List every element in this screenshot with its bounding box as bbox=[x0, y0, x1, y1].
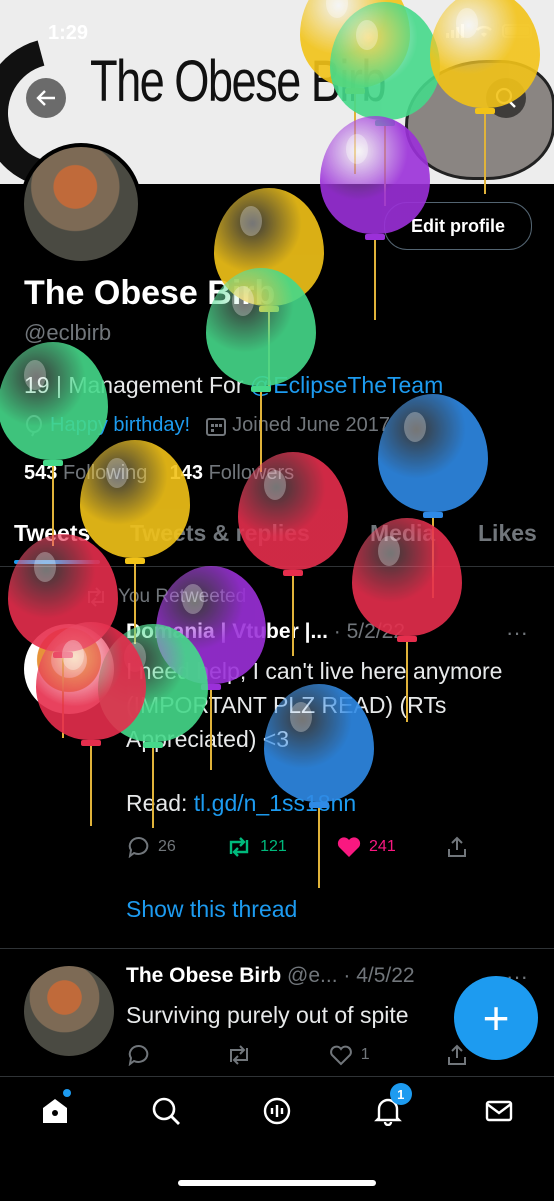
reply-button[interactable] bbox=[128, 1044, 150, 1066]
tweet-header: The Obese Birb @e... · 4/5/22 bbox=[126, 964, 415, 988]
tab-tweets-and-replies[interactable]: Tweets & replies bbox=[130, 512, 310, 555]
following-link[interactable]: 543 Following bbox=[24, 462, 147, 484]
banner-bird-drawing bbox=[405, 60, 554, 180]
tab-likes[interactable]: Likes bbox=[478, 512, 537, 555]
mail-icon bbox=[485, 1100, 512, 1122]
like-button[interactable]: 241 bbox=[337, 836, 396, 858]
status-time: 1:29 bbox=[48, 22, 89, 44]
nav-spaces[interactable] bbox=[257, 1091, 297, 1131]
bio-text: 19 | Management For bbox=[24, 372, 244, 398]
notification-badge: 1 bbox=[389, 1083, 412, 1105]
active-tab-indicator bbox=[14, 560, 100, 564]
wifi-icon bbox=[476, 25, 492, 37]
follow-stats: 543 Following 143 Followers bbox=[24, 462, 294, 485]
joined-item: Joined June 2017 bbox=[206, 414, 390, 437]
joined-text: Joined June 2017 bbox=[232, 414, 390, 436]
profile-meta: Happy birthday! Joined June 2017 bbox=[24, 414, 390, 437]
tweet-text[interactable]: I need help, I can't live here anymore (… bbox=[126, 654, 526, 756]
edit-profile-button[interactable]: Edit profile bbox=[384, 202, 532, 250]
tweet-meta: @e... · 4/5/22 bbox=[287, 964, 415, 987]
retweet-context-text: You Retweeted bbox=[118, 586, 247, 607]
spaces-icon bbox=[263, 1097, 291, 1125]
signal-icon bbox=[446, 24, 464, 38]
tweet-header: Domania | Vtuber |... · 5/2/22 bbox=[126, 620, 405, 644]
followers-count: 143 bbox=[169, 462, 204, 484]
read-prefix: Read: bbox=[126, 790, 188, 816]
balloon-decoration bbox=[378, 394, 488, 614]
followers-link[interactable]: 143 Followers bbox=[170, 462, 295, 484]
tab-media[interactable]: Media bbox=[370, 512, 435, 555]
tweet-author-name[interactable]: Domania | Vtuber |... bbox=[126, 620, 328, 643]
share-icon bbox=[448, 836, 466, 857]
banner-text: The Obese Birb bbox=[90, 49, 387, 114]
tab-tweets[interactable]: Tweets bbox=[14, 512, 90, 555]
home-icon bbox=[43, 1099, 68, 1123]
retweet-count: 121 bbox=[260, 838, 287, 855]
back-button[interactable] bbox=[26, 78, 66, 118]
like-count: 241 bbox=[369, 838, 396, 855]
share-button[interactable] bbox=[446, 1044, 468, 1066]
battery-icon bbox=[502, 24, 532, 38]
balloon-icon bbox=[26, 414, 42, 436]
tweet-author-avatar[interactable] bbox=[24, 624, 114, 714]
retweet-context: You Retweeted bbox=[84, 586, 246, 608]
heart-filled-icon bbox=[337, 837, 361, 857]
tweet-author-name[interactable]: The Obese Birb bbox=[126, 964, 281, 987]
like-count: 1 bbox=[360, 1046, 370, 1063]
tweet-actions: 1 bbox=[128, 1044, 468, 1066]
nav-messages[interactable] bbox=[479, 1091, 519, 1131]
following-count: 543 bbox=[24, 462, 58, 484]
share-icon bbox=[447, 1044, 466, 1065]
retweet-icon bbox=[88, 587, 104, 607]
profile-avatar[interactable] bbox=[20, 143, 142, 265]
tweet-link[interactable]: tl.gd/n_1ss18nn bbox=[194, 790, 356, 816]
like-button[interactable]: 1 bbox=[329, 1044, 370, 1066]
status-icons bbox=[446, 24, 532, 38]
reply-icon bbox=[128, 1044, 149, 1066]
reply-icon bbox=[128, 836, 149, 858]
tweet-more-icon[interactable]: ··· bbox=[506, 620, 528, 646]
tweet-text[interactable]: Surviving purely out of spite bbox=[126, 998, 409, 1032]
plus-icon: + bbox=[482, 992, 510, 1044]
reply-count: 26 bbox=[158, 838, 176, 855]
retweet-icon bbox=[229, 837, 249, 857]
search-icon bbox=[495, 87, 516, 108]
birthday-text[interactable]: Happy birthday! bbox=[50, 414, 190, 437]
profile-handle: @eclbirb bbox=[24, 320, 112, 345]
following-label: Following bbox=[62, 462, 148, 484]
bio-mention-link[interactable]: @EclipseTheTeam bbox=[250, 372, 443, 398]
tweet-actions: 26 121 241 bbox=[128, 836, 468, 858]
profile-bio: 19 | Management For @EclipseTheTeam bbox=[24, 372, 443, 399]
retweet-button[interactable] bbox=[226, 1044, 252, 1066]
reply-button[interactable]: 26 bbox=[128, 836, 176, 858]
tweet-meta: · 5/2/22 bbox=[333, 620, 406, 643]
compose-tweet-button[interactable]: + bbox=[454, 976, 538, 1060]
share-button[interactable] bbox=[446, 836, 468, 858]
nav-search[interactable] bbox=[146, 1091, 186, 1131]
birthday-item: Happy birthday! bbox=[24, 414, 190, 437]
profile-tabs: Tweets Tweets & replies Media Likes bbox=[0, 512, 554, 562]
tweet-read-line: Read: tl.gd/n_1ss18nn bbox=[126, 790, 356, 817]
retweet-icon bbox=[230, 1045, 249, 1065]
arrow-left-icon bbox=[36, 90, 55, 106]
retweet-button[interactable]: 121 bbox=[226, 836, 287, 858]
search-icon bbox=[152, 1097, 181, 1125]
show-thread-link[interactable]: Show this thread bbox=[126, 896, 297, 923]
calendar-icon bbox=[206, 417, 227, 436]
divider bbox=[0, 566, 554, 567]
profile-name: The Obese Birb bbox=[24, 274, 276, 312]
heart-icon bbox=[329, 1045, 352, 1066]
home-indicator bbox=[178, 1180, 376, 1186]
divider bbox=[0, 948, 554, 949]
tweet-author-avatar[interactable] bbox=[24, 966, 114, 1056]
nav-notifications[interactable]: 1 bbox=[368, 1083, 412, 1131]
search-button[interactable] bbox=[486, 78, 526, 118]
nav-home[interactable] bbox=[35, 1089, 75, 1131]
followers-label: Followers bbox=[208, 462, 295, 484]
